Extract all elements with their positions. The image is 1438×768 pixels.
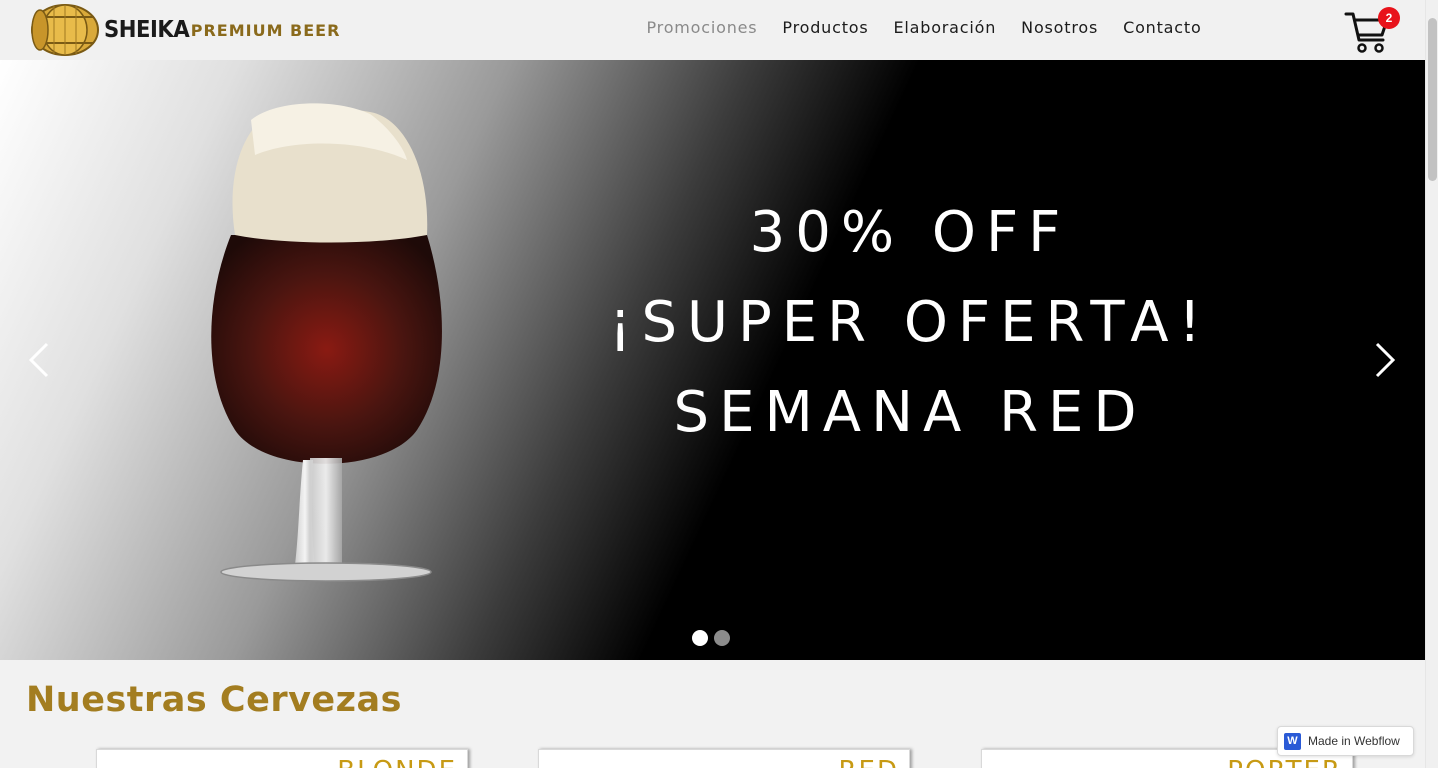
section-title: Nuestras Cervezas — [26, 680, 402, 720]
slide-headline-week: SEMANA RED — [673, 380, 1147, 445]
page-scrollbar[interactable] — [1425, 0, 1438, 768]
logo-subtitle: PREMIUM BEER — [190, 20, 341, 40]
nav-item-elaboracion[interactable]: Elaboración — [894, 18, 997, 37]
scrollbar-thumb[interactable] — [1428, 18, 1437, 181]
hero-slider: 30% OFF ¡SUPER OFERTA! SEMANA RED — [0, 60, 1425, 660]
beer-glass-image — [211, 103, 442, 582]
logo-brand: SHEIKA — [104, 17, 190, 43]
slide-text: 30% OFF ¡SUPER OFERTA! SEMANA RED — [560, 188, 1260, 458]
barrel-icon — [31, 4, 99, 56]
cart-count-badge: 2 — [1378, 7, 1400, 29]
product-card-label: PORTER — [1227, 756, 1342, 768]
nav-item-contacto[interactable]: Contacto — [1123, 18, 1201, 37]
nav-item-nosotros[interactable]: Nosotros — [1021, 18, 1098, 37]
main-nav: Promociones Productos Elaboración Nosotr… — [634, 18, 1214, 37]
webflow-icon: W — [1284, 732, 1301, 750]
product-card-label: RED — [838, 756, 899, 768]
slide-headline-discount: 30% OFF — [749, 200, 1071, 265]
slider-dot-2[interactable] — [714, 630, 730, 646]
product-card-red[interactable]: RED — [538, 749, 910, 768]
chevron-right-icon[interactable] — [1366, 338, 1406, 382]
slide-headline-offer: ¡SUPER OFERTA! — [609, 290, 1211, 355]
webflow-badge-label: Made in Webflow — [1308, 734, 1400, 748]
nav-item-promociones[interactable]: Promociones — [647, 18, 758, 37]
chevron-left-icon[interactable] — [20, 338, 60, 382]
page: SHEIKA PREMIUM BEER Promociones Producto… — [0, 0, 1438, 768]
webflow-badge[interactable]: W Made in Webflow — [1277, 726, 1414, 756]
slider-dots — [692, 630, 736, 646]
logo[interactable]: SHEIKA PREMIUM BEER — [30, 2, 340, 58]
header: SHEIKA PREMIUM BEER Promociones Producto… — [0, 0, 1425, 60]
product-card-blonde[interactable]: BLONDE — [96, 749, 468, 768]
nav-item-productos[interactable]: Productos — [782, 18, 868, 37]
product-card-label: BLONDE — [337, 756, 457, 768]
slider-dot-1[interactable] — [692, 630, 708, 646]
